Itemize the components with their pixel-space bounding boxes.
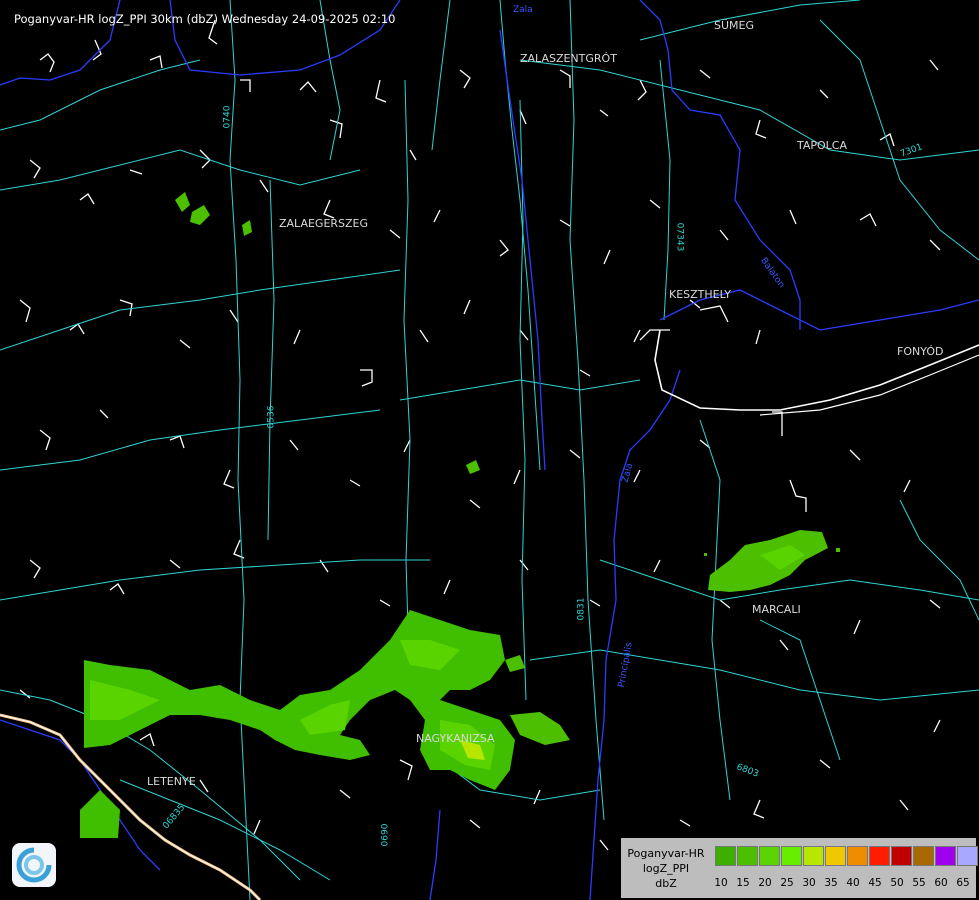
- legend-swatch: [781, 846, 802, 866]
- road-label-07343: 07343: [674, 222, 685, 252]
- legend-tick: 35: [824, 877, 838, 889]
- road-label-0536: 0536: [266, 405, 277, 429]
- legend-swatch: [759, 846, 780, 866]
- city-label-keszthely: KESZTHELY: [669, 288, 732, 301]
- legend-tick: 10: [714, 877, 728, 889]
- legend-tick: 70: [974, 877, 979, 889]
- legend-swatch: [825, 846, 846, 866]
- legend-tick: 55: [912, 877, 926, 889]
- legend-color-bar: [715, 846, 979, 866]
- city-label-tapolca: TAPOLCA: [797, 139, 848, 152]
- legend-tick: 65: [956, 877, 970, 889]
- legend-swatch: [847, 846, 868, 866]
- legend-swatch: [803, 846, 824, 866]
- legend-tick: 40: [846, 877, 860, 889]
- legend-field: logZ_PPI: [642, 861, 690, 875]
- legend-swatch: [913, 846, 934, 866]
- legend-tick: 30: [802, 877, 816, 889]
- weather-service-logo-icon: [12, 843, 56, 887]
- city-label-sumeg: SÜMEG: [714, 19, 754, 32]
- echo-south-tiny: [505, 655, 525, 672]
- legend-tick: 20: [758, 877, 772, 889]
- rivers: [0, 0, 801, 900]
- radar-map: [0, 0, 979, 900]
- legend-swatch: [935, 846, 956, 866]
- legend-swatch: [891, 846, 912, 866]
- city-label-marcali: MARCALI: [752, 603, 801, 616]
- legend-swatch: [715, 846, 736, 866]
- city-label-zalaszentgrot: ZALASZENTGRÓT: [520, 52, 617, 65]
- legend-tick: 50: [890, 877, 904, 889]
- city-label-letenye: LETENYE: [147, 775, 196, 788]
- legend-tick: 60: [934, 877, 948, 889]
- color-scale-legend: Poganyvar-HR logZ_PPI dbZ 10 15 20 25 30 35 40…: [621, 838, 979, 898]
- echo-zalaegerszeg: [175, 192, 252, 236]
- legend-product: Poganyvar-HR: [627, 846, 705, 860]
- legend-swatch: [869, 846, 890, 866]
- map-title: Poganyvar-HR logZ_PPI 30km (dbZ) Wednesd…: [14, 12, 396, 26]
- road-label-0690: 0690: [380, 823, 391, 847]
- legend-tick: 15: [736, 877, 750, 889]
- city-label-nagykanizsa: NAGYKANIZSA: [416, 732, 495, 745]
- city-label-zalaegerszeg: ZALAEGERSZEG: [279, 217, 369, 230]
- legend-swatch: [737, 846, 758, 866]
- echo-south-small: [510, 712, 570, 745]
- echo-southwest-edge: [80, 790, 120, 838]
- road-label-0740: 0740: [222, 105, 233, 129]
- legend-tick: 45: [868, 877, 882, 889]
- river-label-zala-top: Zala: [513, 5, 533, 15]
- legend-swatch: [957, 846, 978, 866]
- legend-title: Poganyvar-HR logZ_PPI dbZ: [621, 838, 711, 898]
- legend-unit: dbZ: [655, 876, 677, 890]
- legend-tick-labels: 10 15 20 25 30 35 40 45 50 55 60 65 70: [710, 877, 979, 889]
- city-label-fonyod: FONYÓD: [897, 345, 944, 358]
- legend-tick: 25: [780, 877, 794, 889]
- road-label-0831: 0831: [576, 597, 587, 621]
- echo-center-small: [466, 460, 480, 474]
